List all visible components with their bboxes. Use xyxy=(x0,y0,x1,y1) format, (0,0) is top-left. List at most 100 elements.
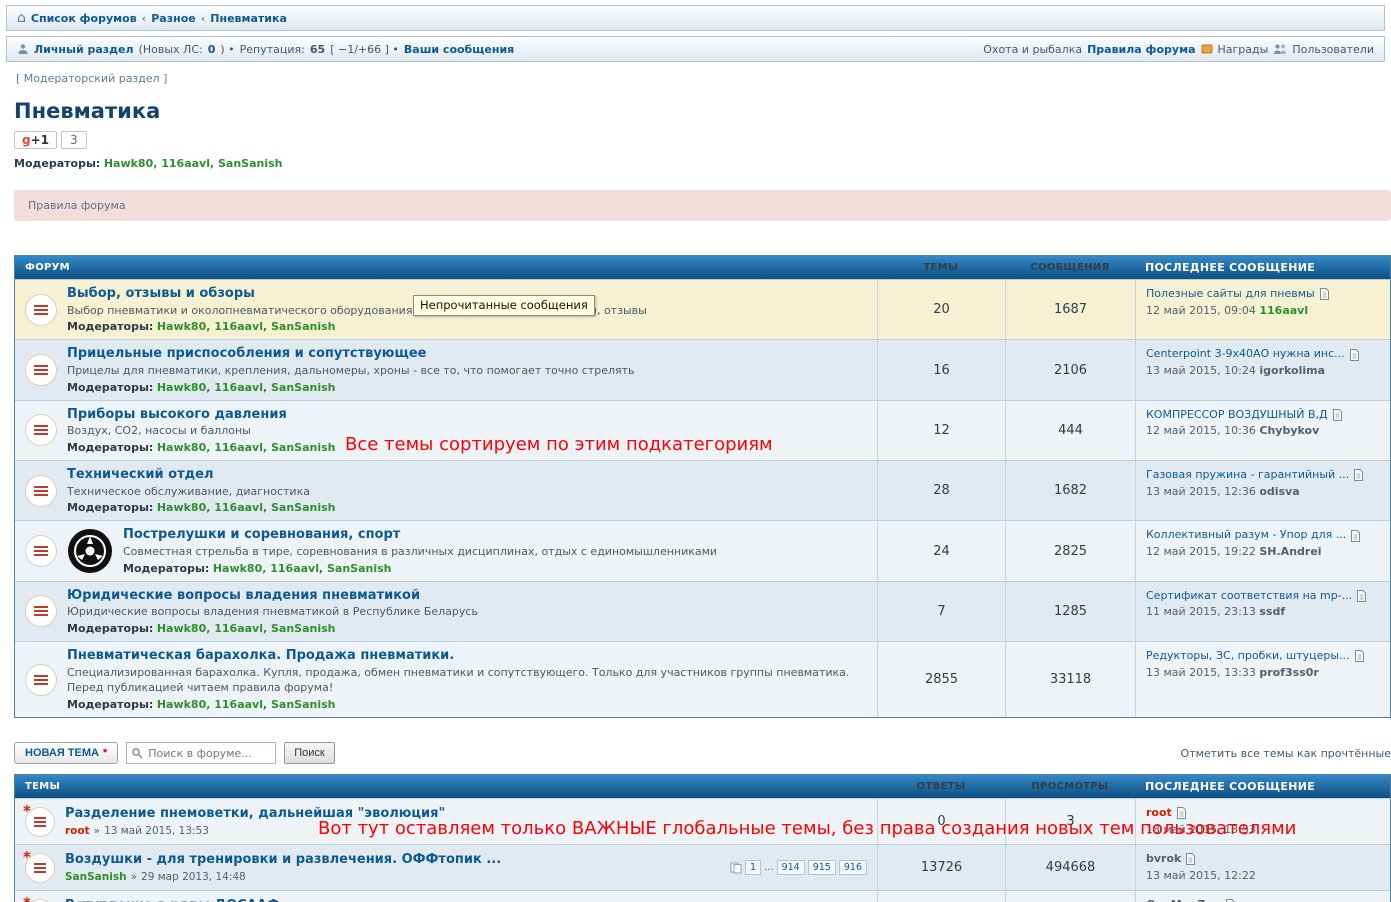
forum-link[interactable]: Выбор, отзывы и обзоры xyxy=(67,286,255,302)
last-post-date: 13 май 2015, 13:33 xyxy=(1146,666,1256,679)
goto-last-post-icon[interactable] xyxy=(1353,469,1364,481)
posts-count: 33118 xyxy=(1005,642,1135,717)
goto-last-post-icon[interactable] xyxy=(1332,409,1343,421)
breadcrumb-bar: ⌂ Список форумов ‹ Разное ‹ Пневматика xyxy=(6,5,1385,31)
header-views: ПРОСМОТРЫ xyxy=(1005,781,1135,792)
forum-row: Технический отдел Техническое обслуживан… xyxy=(15,460,1390,520)
topic-link[interactable]: Вступление в ряды ДОСААФ xyxy=(65,898,280,902)
forum-description: Прицелы для пневматики, крепления, дальн… xyxy=(67,364,867,378)
page-link[interactable]: 916 xyxy=(839,860,867,875)
topic-link[interactable]: Воздушки - для тренировки и развлечения.… xyxy=(65,852,501,868)
forum-rules-banner[interactable]: Правила форума xyxy=(14,190,1391,221)
last-post-user[interactable]: odisva xyxy=(1259,485,1299,498)
forum-link[interactable]: Приборы высокого давления xyxy=(67,407,287,423)
forum-moderators: Модераторы: Hawk80, 116aavl, SanSanish xyxy=(67,501,867,514)
moderators-links[interactable]: Hawk80, 116aavl, SanSanish xyxy=(157,441,336,454)
user-bar-right: Охота и рыбалка Правила форума Награды П… xyxy=(983,43,1374,56)
annotation-important-topics: Вот тут оставляем только ВАЖНЫЕ глобальн… xyxy=(318,818,1296,839)
user-icon xyxy=(17,43,29,55)
personal-section-link[interactable]: Личный раздел xyxy=(34,43,134,56)
moderators-links[interactable]: Hawk80, 116aavl, SanSanish xyxy=(213,562,392,575)
page-link[interactable]: 915 xyxy=(808,860,836,875)
topic-author[interactable]: SanSanish xyxy=(65,871,127,883)
last-post-user[interactable]: SH.Andrei xyxy=(1259,545,1321,558)
page-link[interactable]: 914 xyxy=(777,860,805,875)
search-button[interactable]: Поиск xyxy=(284,742,334,764)
last-post-user[interactable]: igorkolima xyxy=(1259,364,1325,377)
posts-count: 1285 xyxy=(1005,582,1135,641)
last-post-date: 12 май 2015, 19:22 xyxy=(1146,545,1256,558)
search-icon xyxy=(131,747,143,759)
moderators-links[interactable]: Hawk80, 116aavl, SanSanish xyxy=(157,622,336,635)
forum-link[interactable]: Прицельные приспособления и сопутствующе… xyxy=(67,346,426,362)
forum-link[interactable]: Пострелушки и соревнования, спорт xyxy=(123,527,400,543)
last-post-user[interactable]: prof3ss0r xyxy=(1259,666,1318,679)
your-posts-link[interactable]: Ваши сообщения xyxy=(404,43,514,56)
last-post-link[interactable]: Редукторы, ЗС, пробки, штуцеры... xyxy=(1146,648,1350,665)
forum-icon xyxy=(25,354,57,386)
forums-table: ФОРУМ ТЕМЫ СООБЩЕНИЯ ПОСЛЕДНЕЕ СООБЩЕНИЕ… xyxy=(14,255,1391,718)
search-input[interactable] xyxy=(126,742,276,764)
goto-last-post-icon[interactable] xyxy=(1319,288,1330,300)
mark-topics-read-link[interactable]: Отметить все темы как прочтённые xyxy=(1181,747,1391,760)
last-post-user[interactable]: ssdf xyxy=(1259,605,1285,618)
moderators-links[interactable]: Hawk80, 116aavl, SanSanish xyxy=(157,381,336,394)
gplus-button[interactable]: g+1 xyxy=(14,131,57,149)
topic-announce-icon: * xyxy=(25,807,55,837)
last-post-link[interactable]: Полезные сайты для пневмы xyxy=(1146,286,1315,303)
breadcrumb-link-category[interactable]: Разное xyxy=(151,12,196,25)
forum-moderators: Модераторы: Hawk80, 116aavl, SanSanish xyxy=(67,320,867,333)
last-post-user[interactable]: bvrok xyxy=(1146,851,1181,868)
topics-count: 7 xyxy=(877,582,1005,641)
awards-link[interactable]: Награды xyxy=(1218,43,1269,56)
header-lastpost: ПОСЛЕДНЕЕ СООБЩЕНИЕ xyxy=(1135,780,1390,793)
forum-search xyxy=(126,742,276,764)
pm-count[interactable]: 0 xyxy=(208,43,216,56)
club-logo xyxy=(67,528,113,574)
forum-icon xyxy=(25,475,57,507)
moderators-links[interactable]: Hawk80, 116aavl, SanSanish xyxy=(157,320,336,333)
topic-author[interactable]: root xyxy=(65,825,90,837)
last-post-cell: Centerpoint 3-9x40АО нужна инс... 13 май… xyxy=(1135,340,1390,399)
last-post-user[interactable]: Chybykov xyxy=(1259,424,1319,437)
goto-last-post-icon[interactable] xyxy=(1349,349,1360,361)
header-topics: ТЕМЫ xyxy=(15,781,877,792)
forum-link[interactable]: Юридические вопросы владения пневматикой xyxy=(67,588,420,604)
last-post-user[interactable]: 116aavl xyxy=(1259,304,1308,317)
last-post-link[interactable]: Газовая пружина - гарантийный ... xyxy=(1146,467,1349,484)
forum-icon xyxy=(25,535,57,567)
pages-icon xyxy=(730,862,742,874)
page-link[interactable]: 1 xyxy=(745,860,761,875)
last-post-link[interactable]: Сертификат соответствия на mp-... xyxy=(1146,588,1352,605)
last-post-link[interactable]: Коллективный разум - Упор для ... xyxy=(1146,527,1346,544)
last-post-cell: Полезные сайты для пневмы 12 май 2015, 0… xyxy=(1135,280,1390,339)
forum-link[interactable]: Технический отдел xyxy=(67,467,213,483)
breadcrumb-link-index[interactable]: Список форумов xyxy=(31,12,137,25)
reputation-label: Репутация: xyxy=(240,43,305,56)
goto-last-post-icon[interactable] xyxy=(1356,590,1367,602)
moderators-links[interactable]: Hawk80, 116aavl, SanSanish xyxy=(157,501,336,514)
annotation-subcategories: Все темы сортируем по этим подкатегориям xyxy=(345,434,773,455)
new-topic-button[interactable]: НОВАЯ ТЕМА* xyxy=(14,742,118,764)
users-link[interactable]: Пользователи xyxy=(1292,43,1374,56)
forum-rules-link[interactable]: Правила форума xyxy=(1087,43,1195,56)
breadcrumb-link-forum[interactable]: Пневматика xyxy=(210,12,287,25)
author-separator: » xyxy=(94,825,100,837)
moderators-links[interactable]: Hawk80, 116aavl, SanSanish xyxy=(104,157,283,170)
last-post-link[interactable]: Centerpoint 3-9x40АО нужна инс... xyxy=(1146,346,1345,363)
forum-icon xyxy=(25,595,57,627)
goto-last-post-icon[interactable] xyxy=(1350,530,1361,542)
forum-description: Специализированная барахолка. Купля, про… xyxy=(67,666,867,680)
goto-last-post-icon[interactable] xyxy=(1185,853,1196,865)
posts-count: 2106 xyxy=(1005,340,1135,399)
forum-description: Техническое обслуживание, диагностика xyxy=(67,485,867,499)
goto-last-post-icon[interactable] xyxy=(1354,650,1365,662)
forum-link[interactable]: Пневматическая барахолка. Продажа пневма… xyxy=(67,648,454,664)
last-post-link[interactable]: КОМПРЕССОР ВОЗДУШНЫЙ В,Д xyxy=(1146,407,1328,424)
posts-count: 1687 xyxy=(1005,280,1135,339)
user-bar: Личный раздел (Новых ЛС: 0 ) • Репутация… xyxy=(6,36,1385,62)
moderator-section-link[interactable]: [ Модераторский раздел ] xyxy=(16,72,167,85)
moderators-links[interactable]: Hawk80, 116aavl, SanSanish xyxy=(157,698,336,711)
home-icon[interactable]: ⌂ xyxy=(17,11,26,25)
last-post-user[interactable]: GunMunZun xyxy=(1146,897,1221,902)
